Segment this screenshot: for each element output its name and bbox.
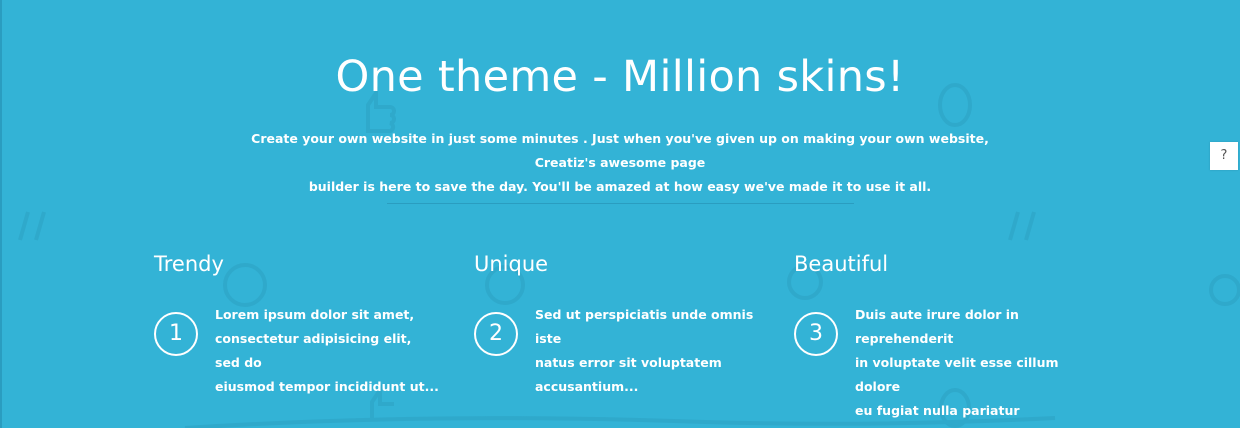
help-button[interactable]: ? [1210, 142, 1238, 170]
feature-text-line: eiusmod tempor incididunt ut... [215, 379, 439, 394]
feature-text-line: in voluptate velit esse cillum dolore [855, 355, 1059, 394]
quote-icon [1008, 211, 1036, 241]
subtitle-line-1: Create your own website in just some min… [251, 131, 989, 170]
feature-title: Beautiful [794, 252, 889, 276]
feature-title: Trendy [154, 252, 224, 276]
feature-description: Lorem ipsum dolor sit amet, consectetur … [215, 303, 440, 399]
speech-bubble-icon [1209, 274, 1240, 306]
feature-description: Duis aute irure dolor in reprehenderit i… [855, 303, 1080, 423]
feature-text-line: Duis aute irure dolor in reprehenderit [855, 307, 1019, 346]
feature-text-line: accusantium... [535, 379, 639, 394]
feature-trendy: Trendy 1 Lorem ipsum dolor sit amet, con… [154, 252, 474, 394]
number-circle-icon: 2 [474, 312, 518, 356]
question-icon: ? [1220, 148, 1228, 163]
feature-text-line: Sed ut perspiciatis unde omnis iste [535, 307, 754, 346]
feature-description: Sed ut perspiciatis unde omnis iste natu… [535, 303, 760, 399]
feature-text-line: consectetur adipisicing elit, sed do [215, 331, 412, 370]
subtitle-line-2: builder is here to save the day. You'll … [308, 179, 932, 194]
feature-text-line: eu fugiat nulla pariatur [855, 403, 1020, 418]
page-title: One theme - Million skins! [335, 52, 905, 102]
section-divider [387, 203, 854, 204]
feature-beautiful: Beautiful 3 Duis aute irure dolor in rep… [794, 252, 1114, 418]
feature-unique: Unique 2 Sed ut perspiciatis unde omnis … [474, 252, 794, 394]
number-circle-icon: 3 [794, 312, 838, 356]
hero-section: One theme - Million skins! Create your o… [0, 0, 1240, 428]
feature-text-line: Lorem ipsum dolor sit amet, [215, 307, 415, 322]
quote-icon [18, 211, 46, 241]
feature-title: Unique [474, 252, 549, 276]
page-subtitle: Create your own website in just some min… [222, 127, 1018, 199]
feature-text-line: natus error sit voluptatem [535, 355, 722, 370]
number-circle-icon: 1 [154, 312, 198, 356]
